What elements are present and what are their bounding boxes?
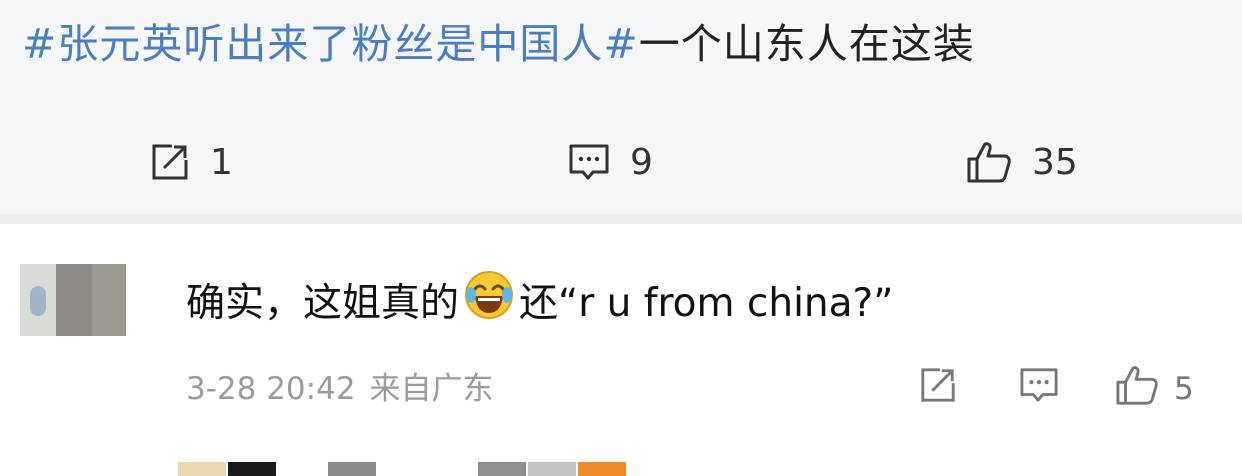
blurred-content	[528, 462, 576, 476]
weibo-post: #张元英听出来了粉丝是中国人#一个山东人在这装 1 9 35	[0, 0, 1242, 214]
avatar-detail	[30, 286, 46, 316]
post-text: #张元英听出来了粉丝是中国人#一个山东人在这装	[22, 14, 975, 74]
repost-icon	[150, 142, 190, 182]
comment-icon	[568, 142, 610, 182]
avatar-segment	[20, 264, 56, 336]
avatar-segment	[92, 264, 126, 336]
laughing-crying-emoji-icon	[463, 269, 515, 339]
blurred-content	[178, 462, 226, 476]
comment-date: 3-28 20:42	[186, 371, 356, 407]
thumbs-up-icon	[1114, 364, 1160, 414]
repost-button[interactable]: 1	[150, 130, 233, 194]
comment-like-count: 5	[1174, 371, 1194, 407]
comment-repost-button[interactable]	[918, 364, 958, 414]
like-button[interactable]: 35	[966, 130, 1078, 194]
comment-like-button[interactable]: 5	[1114, 364, 1194, 414]
comment-text: 确实，这姐真的 还“r u from china?”	[186, 271, 894, 334]
avatar-segment	[56, 264, 92, 336]
post-body-text: 一个山东人在这装	[638, 20, 975, 68]
comment-reply-button[interactable]	[1018, 364, 1060, 414]
section-divider	[0, 214, 1242, 224]
repost-icon	[918, 366, 958, 412]
comment-icon	[1018, 366, 1060, 412]
comment-item: 确实，这姐真的 还“r u from china?” 3-28 20:42 来自广…	[0, 224, 1242, 476]
like-count: 35	[1032, 141, 1078, 183]
blurred-content	[328, 462, 376, 476]
avatar[interactable]	[20, 264, 126, 336]
blurred-content	[578, 462, 626, 476]
comment-button[interactable]: 9	[568, 130, 653, 194]
repost-count: 1	[210, 141, 233, 183]
thumbs-up-icon	[966, 140, 1012, 184]
blurred-content	[228, 462, 276, 476]
comment-meta: 3-28 20:42 来自广东	[186, 364, 494, 414]
comment-text-after: 还“r u from china?”	[519, 281, 894, 326]
comment-location: 来自广东	[369, 371, 494, 407]
post-action-bar: 1 9 35	[0, 130, 1242, 194]
hashtag-topic-link[interactable]: #张元英听出来了粉丝是中国人#	[22, 20, 639, 68]
blurred-content	[478, 462, 526, 476]
comment-text-before: 确实，这姐真的	[186, 281, 460, 326]
comment-count: 9	[630, 141, 653, 183]
